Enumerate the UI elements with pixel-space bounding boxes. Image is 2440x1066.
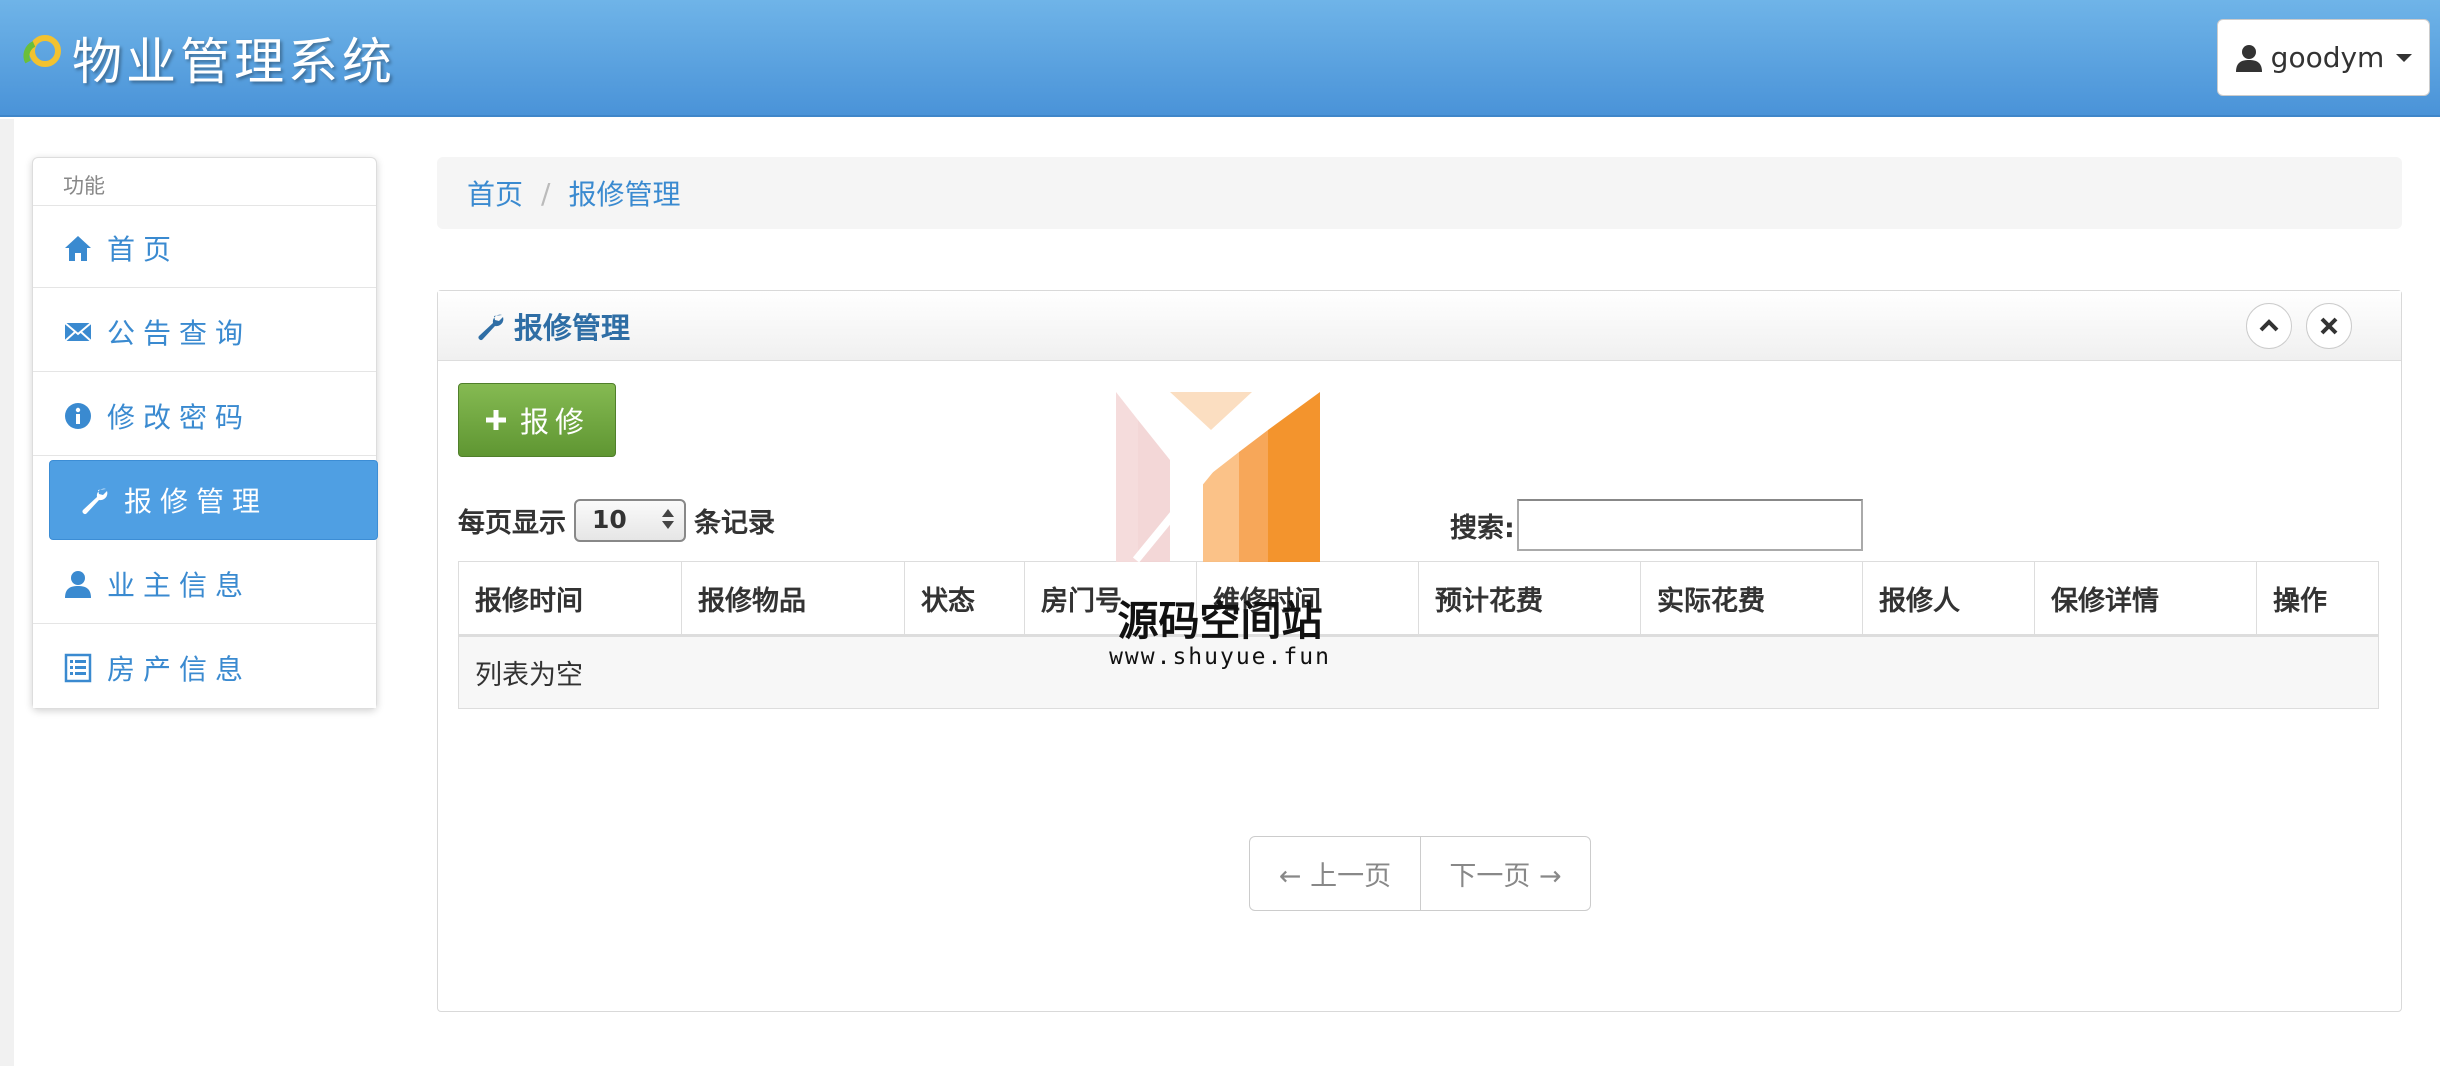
column-header[interactable]: 状态 [904, 561, 1025, 637]
table-header-row: 报修时间 报修物品 状态 房门号 维修时间 预计花费 实际花费 报修人 保修详情… [458, 561, 2379, 637]
watermark-url: www.shuyue.fun [1109, 644, 1331, 670]
breadcrumb-current-link[interactable]: 报修管理 [568, 173, 680, 213]
page-length-control: 每页显示 10 条记录 [458, 499, 775, 542]
sidebar-item-properties[interactable]: 房产信息 [33, 628, 376, 708]
table-row: 列表为空 [458, 635, 2379, 709]
sidebar-item-label: 首页 [107, 232, 180, 266]
repair-panel: 报修管理 报修 每页显示 10 条记录 搜索: 报修时间 报修物品 状态 房门号… [437, 290, 2402, 1012]
breadcrumb: 首页 / 报修管理 [437, 157, 2402, 229]
close-icon [2320, 317, 2338, 335]
chevron-up-icon [2259, 319, 2279, 332]
panel-header: 报修管理 [438, 291, 2401, 361]
sidebar-item-label: 公告查询 [107, 316, 252, 350]
wrench-icon [82, 488, 108, 514]
sidebar-item-repairs[interactable]: 报修管理 [49, 460, 378, 540]
page-length-prefix: 每页显示 [458, 508, 566, 539]
sidebar-item-label: 报修管理 [124, 485, 269, 518]
wrench-icon [478, 314, 504, 340]
add-repair-label: 报修 [519, 405, 590, 439]
next-page-button[interactable]: 下一页 → [1420, 837, 1590, 910]
envelope-icon [64, 321, 92, 342]
sidebar-item-owners[interactable]: 业主信息 [33, 544, 376, 624]
sidebar-heading: 功能 [33, 158, 376, 206]
column-header[interactable]: 报修时间 [458, 561, 682, 637]
empty-message: 列表为空 [458, 635, 2379, 709]
user-name: goodym [2270, 41, 2385, 74]
column-header[interactable]: 操作 [2256, 561, 2379, 637]
sidebar-item-password[interactable]: 修改密码 [33, 376, 376, 456]
plus-icon [485, 410, 506, 430]
app-header: 物业管理系统 goodym [0, 0, 2440, 117]
page-length-value: 10 [592, 505, 627, 534]
page-length-select[interactable]: 10 [574, 499, 686, 542]
pagination: ← 上一页 下一页 → [1249, 836, 1591, 911]
home-icon [65, 235, 91, 261]
sidebar-item-label: 修改密码 [107, 400, 252, 434]
column-header[interactable]: 报修人 [1862, 561, 2035, 637]
sidebar-item-notices[interactable]: 公告查询 [33, 292, 376, 372]
search-input[interactable] [1516, 499, 1863, 551]
column-header[interactable]: 实际花费 [1640, 561, 1863, 637]
search-control: 搜索: [1450, 499, 1863, 551]
collapse-button[interactable] [2246, 303, 2292, 349]
left-edge [0, 119, 14, 1066]
repairs-table: 报修时间 报修物品 状态 房门号 维修时间 预计花费 实际花费 报修人 保修详情… [458, 561, 2379, 709]
sidebar: 功能 首页 公告查询 修改密码 报修管理 业主信息 房产信息 [32, 157, 378, 709]
watermark-title: 源码空间站 [1117, 597, 1323, 645]
panel-title: 报修管理 [514, 310, 631, 345]
column-header[interactable]: 保修详情 [2034, 561, 2257, 637]
user-menu-button[interactable]: goodym [2217, 19, 2430, 96]
select-arrows-icon [662, 509, 674, 529]
column-header[interactable]: 报修物品 [681, 561, 905, 637]
sidebar-item-label: 房产信息 [107, 653, 252, 686]
breadcrumb-separator: / [541, 176, 551, 210]
chevron-down-icon [2396, 53, 2413, 62]
page-length-suffix: 条记录 [694, 508, 775, 539]
info-icon [65, 402, 91, 429]
add-repair-button[interactable]: 报修 [458, 383, 616, 457]
user-icon [2235, 44, 2262, 72]
search-label: 搜索: [1450, 512, 1515, 544]
app-title: 物业管理系统 [72, 33, 396, 91]
list-icon [64, 653, 92, 683]
prev-page-button[interactable]: ← 上一页 [1250, 837, 1420, 910]
sidebar-item-home[interactable]: 首页 [33, 208, 376, 288]
sidebar-item-label: 业主信息 [107, 568, 252, 602]
logo-icon [23, 35, 61, 67]
user-icon [65, 570, 91, 598]
breadcrumb-home-link[interactable]: 首页 [467, 173, 523, 213]
column-header[interactable]: 预计花费 [1418, 561, 1641, 637]
close-button[interactable] [2306, 303, 2352, 349]
